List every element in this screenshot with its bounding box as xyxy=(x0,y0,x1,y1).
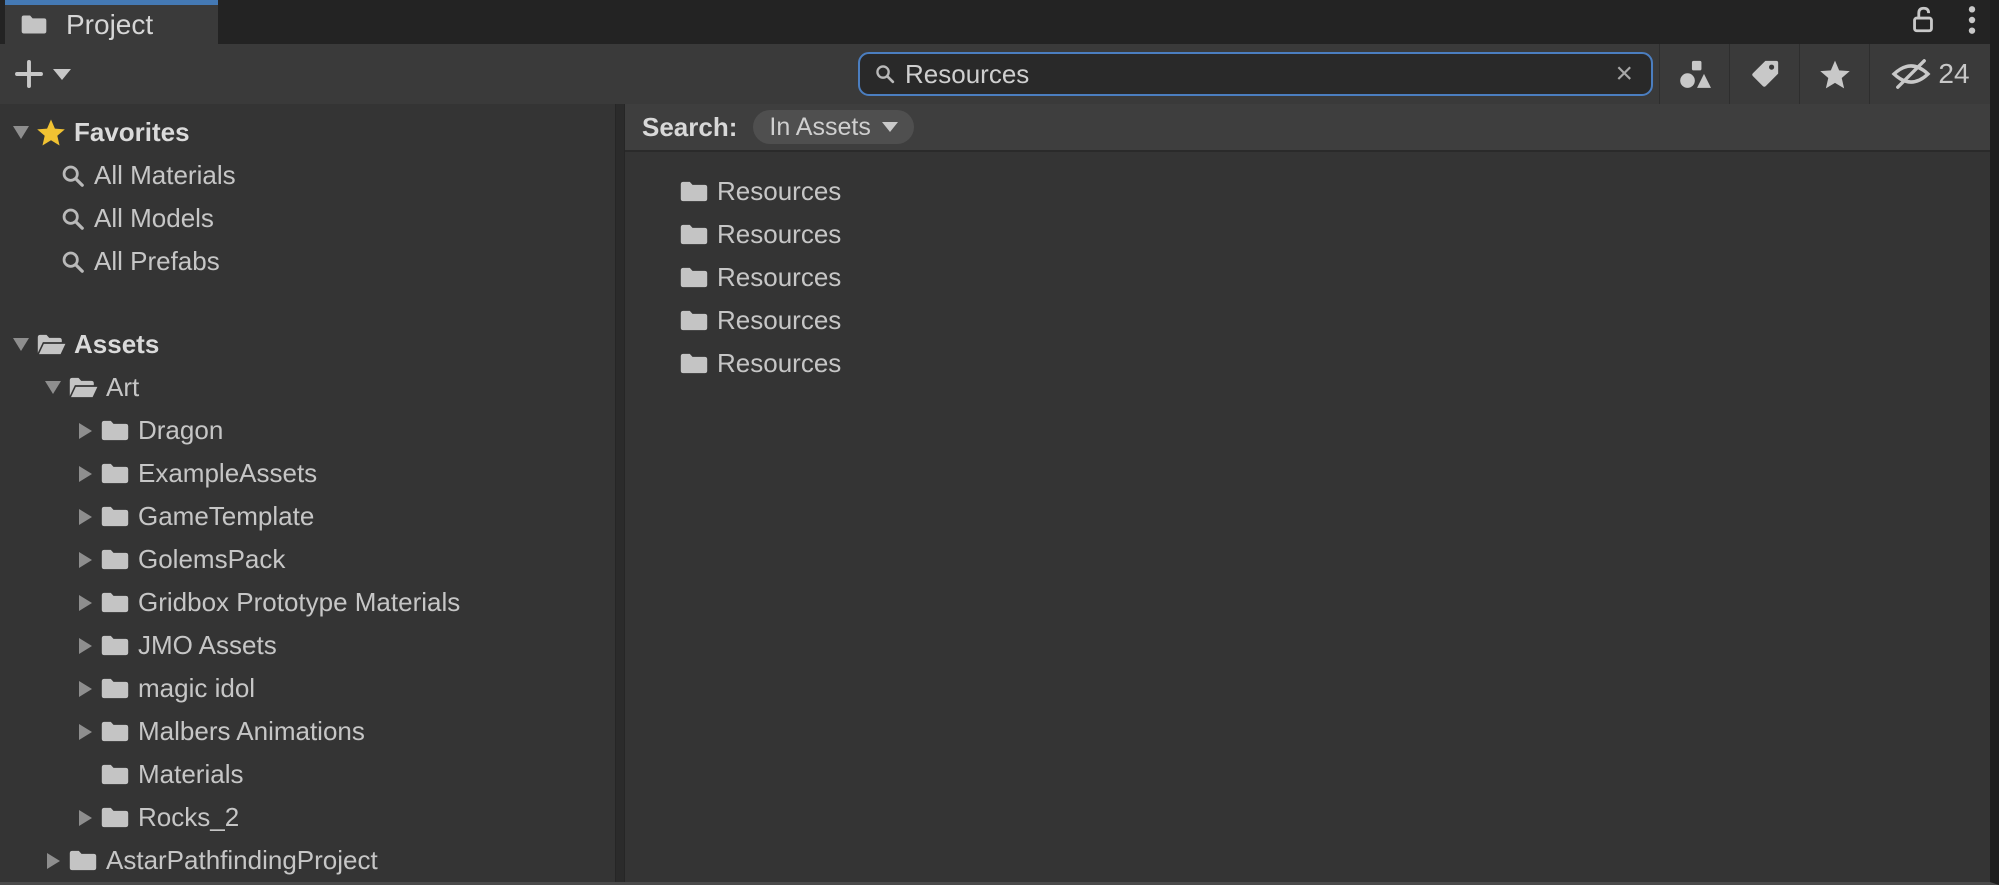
folder-icon xyxy=(100,762,130,787)
window-controls xyxy=(1908,0,1976,44)
kebab-menu-button[interactable] xyxy=(1968,5,1976,40)
tree-row[interactable]: Gridbox Prototype Materials xyxy=(0,581,615,624)
favorites-query-row[interactable]: All Materials xyxy=(0,154,615,197)
favorites-query-row[interactable]: All Prefabs xyxy=(0,240,615,283)
expander-icon[interactable] xyxy=(13,126,29,139)
hidden-count: 24 xyxy=(1938,58,1969,90)
eye-slash-icon xyxy=(1890,57,1932,91)
expander-icon[interactable] xyxy=(47,853,60,869)
tree-row[interactable]: ExampleAssets xyxy=(0,452,615,495)
tab-title: Project xyxy=(66,9,153,41)
toolbar: × 24 xyxy=(0,44,1990,104)
folder-icon xyxy=(679,179,709,204)
search-query-icon xyxy=(60,249,86,275)
folder-icon xyxy=(100,676,130,701)
folder-open-icon xyxy=(36,332,66,357)
result-row[interactable]: Resources xyxy=(625,299,1990,342)
tree-row[interactable]: magic idol xyxy=(0,667,615,710)
folder-icon xyxy=(100,590,130,615)
search-field[interactable]: × xyxy=(858,52,1653,96)
create-asset-button[interactable] xyxy=(14,44,71,104)
result-row[interactable]: Resources xyxy=(625,342,1990,385)
lock-button[interactable] xyxy=(1908,4,1938,40)
expander-icon[interactable] xyxy=(79,595,92,611)
folder-icon xyxy=(679,265,709,290)
plus-icon xyxy=(14,59,44,89)
search-results-pane: Search: In Assets ResourcesResourcesReso… xyxy=(625,104,1990,882)
tree-row[interactable]: Art xyxy=(0,366,615,409)
search-icon xyxy=(874,63,896,85)
tree-row[interactable]: GameTemplate xyxy=(0,495,615,538)
expander-icon[interactable] xyxy=(79,638,92,654)
toggle-hidden-results-button[interactable]: 24 xyxy=(1869,44,1990,104)
assets-tree: AssetsArtDragonExampleAssetsGameTemplate… xyxy=(0,323,615,882)
kebab-menu-icon xyxy=(1968,5,1976,35)
folder-icon xyxy=(100,719,130,744)
tree-row[interactable]: Malbers Animations xyxy=(0,710,615,753)
expander-icon[interactable] xyxy=(79,466,92,482)
favorites-row[interactable]: Favorites xyxy=(0,111,615,154)
folder-icon xyxy=(100,461,130,486)
result-row[interactable]: Resources xyxy=(625,256,1990,299)
project-body: Favorites All MaterialsAll ModelsAll Pre… xyxy=(0,104,1990,882)
expander-icon[interactable] xyxy=(45,381,61,394)
dropdown-caret-icon xyxy=(53,69,71,80)
tree-section-gap xyxy=(0,283,615,323)
project-window: Project × xyxy=(0,0,1999,885)
expander-icon[interactable] xyxy=(79,552,92,568)
favorites-label: Favorites xyxy=(74,117,190,148)
folder-icon xyxy=(100,633,130,658)
tab-project[interactable]: Project xyxy=(5,0,218,44)
tree-row[interactable]: GolemsPack xyxy=(0,538,615,581)
folder-icon xyxy=(679,222,709,247)
expander-icon[interactable] xyxy=(79,423,92,439)
folder-icon xyxy=(100,547,130,572)
result-row[interactable]: Resources xyxy=(625,213,1990,256)
filter-by-label-button[interactable] xyxy=(1729,44,1799,104)
tab-strip: Project xyxy=(0,0,1990,44)
search-query-icon xyxy=(60,206,86,232)
expander-icon[interactable] xyxy=(13,338,29,351)
search-scope-label: Search: xyxy=(642,112,737,143)
expander-icon[interactable] xyxy=(79,810,92,826)
folder-icon xyxy=(100,805,130,830)
tree-row[interactable]: AstarPathfindingProject xyxy=(0,839,615,882)
favorites-queries: All MaterialsAll ModelsAll Prefabs xyxy=(0,154,615,283)
folder-icon xyxy=(100,504,130,529)
folder-icon xyxy=(100,418,130,443)
filter-favorites-button[interactable] xyxy=(1799,44,1869,104)
folder-icon xyxy=(68,848,98,873)
tree-row[interactable]: Materials xyxy=(0,753,615,796)
expander-icon[interactable] xyxy=(79,681,92,697)
folder-icon xyxy=(20,13,48,36)
folder-icon xyxy=(679,351,709,376)
filter-by-type-icon xyxy=(1678,59,1712,90)
pane-splitter[interactable] xyxy=(615,104,625,882)
tree-row[interactable]: JMO Assets xyxy=(0,624,615,667)
search-query-icon xyxy=(60,163,86,189)
results-list: ResourcesResourcesResourcesResourcesReso… xyxy=(625,152,1990,385)
search-input[interactable] xyxy=(905,59,1602,90)
clear-search-button[interactable]: × xyxy=(1611,59,1637,89)
folder-tree-pane: Favorites All MaterialsAll ModelsAll Pre… xyxy=(0,104,615,882)
tag-icon xyxy=(1749,58,1781,90)
search-filter-buttons: 24 xyxy=(1659,44,1990,104)
results-header: Search: In Assets xyxy=(625,104,1990,152)
expander-icon[interactable] xyxy=(79,724,92,740)
lock-open-icon xyxy=(1908,4,1938,35)
tree-row[interactable]: Rocks_2 xyxy=(0,796,615,839)
folder-icon xyxy=(679,308,709,333)
result-row[interactable]: Resources xyxy=(625,170,1990,213)
star-icon xyxy=(1819,59,1851,90)
favorites-star-icon xyxy=(36,118,66,147)
tree-row[interactable]: Dragon xyxy=(0,409,615,452)
tree-row[interactable]: Assets xyxy=(0,323,615,366)
filter-by-type-button[interactable] xyxy=(1659,44,1729,104)
folder-open-icon xyxy=(68,375,98,400)
favorites-query-row[interactable]: All Models xyxy=(0,197,615,240)
chevron-down-icon xyxy=(882,122,898,132)
expander-icon[interactable] xyxy=(79,509,92,525)
search-scope-dropdown[interactable]: In Assets xyxy=(753,110,913,144)
scope-value: In Assets xyxy=(769,113,870,142)
